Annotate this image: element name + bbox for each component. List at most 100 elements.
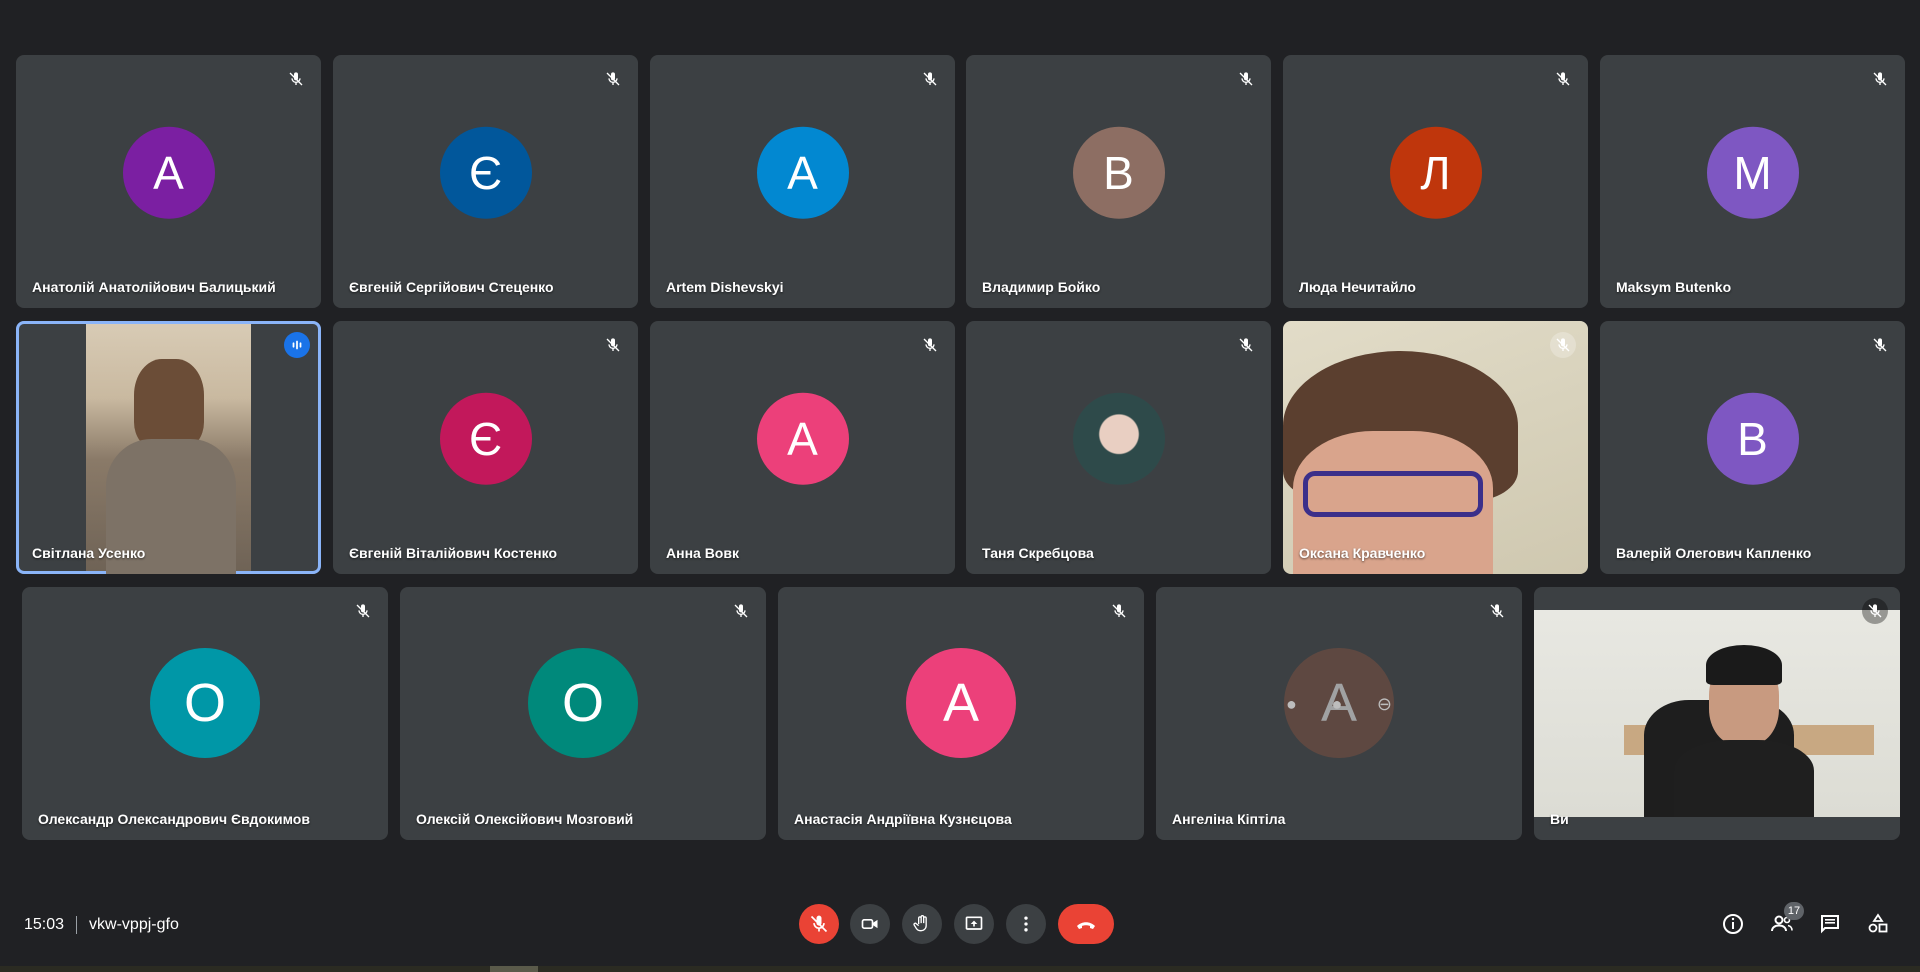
more-options-button[interactable] (1006, 904, 1046, 944)
participant-name: Оксана Кравченко (1299, 545, 1426, 561)
mic-off-icon (1550, 66, 1576, 92)
avatar: Л (1389, 126, 1482, 219)
participant-name: Анастасія Андріївна Кузнєцова (794, 811, 1012, 827)
more-options-icon (1024, 916, 1028, 932)
present-button[interactable] (954, 904, 994, 944)
mic-off-icon (350, 598, 376, 624)
end-call-icon (1077, 922, 1095, 929)
avatar: А (906, 647, 1016, 758)
mic-off-icon (1484, 598, 1510, 624)
raise-hand-button[interactable] (902, 904, 942, 944)
participant-tile[interactable]: А Анатолій Анатолійович Балицький (16, 55, 321, 308)
mic-off-icon (600, 66, 626, 92)
participant-tile[interactable]: Таня Скребцова (966, 321, 1271, 574)
participant-name: Maksym Butenko (1616, 279, 1732, 295)
participant-tile[interactable]: А Анастасія Андріївна Кузнєцова (778, 587, 1144, 840)
participant-tile[interactable]: О Олексій Олексійович Мозговий (400, 587, 766, 840)
participant-video (1283, 321, 1588, 574)
participant-name: Анатолій Анатолійович Балицький (32, 279, 276, 295)
mic-off-icon (728, 598, 754, 624)
participant-name: Євгеній Віталійович Костенко (349, 545, 558, 561)
avatar: А (756, 392, 849, 485)
participant-tile[interactable]: Л Люда Нечитайло (1283, 55, 1588, 308)
participant-tile[interactable]: В Валерій Олегович Капленко (1600, 321, 1905, 574)
camera-icon (861, 919, 878, 929)
mic-off-icon (917, 332, 943, 358)
mic-off-icon (1233, 332, 1259, 358)
participant-name: Анна Вовк (666, 545, 739, 561)
participant-name: Ангеліна Кіптіла (1172, 811, 1286, 827)
avatar: Є (439, 392, 532, 485)
meeting-info-button[interactable] (1713, 904, 1753, 944)
avatar: Є (439, 126, 532, 219)
mic-off-icon (1233, 66, 1259, 92)
leave-call-button[interactable] (1058, 904, 1114, 944)
mute-participant-icon[interactable]: ● (1331, 694, 1342, 715)
speaking-indicator-icon (284, 332, 310, 358)
avatar: О (528, 647, 638, 758)
glasses (1303, 471, 1483, 517)
info-icon (1723, 914, 1743, 934)
participant-tile-speaking[interactable]: Світлана Усенко (16, 321, 321, 574)
avatar: О (150, 647, 260, 758)
participant-tile[interactable]: В Владимир Бойко (966, 55, 1271, 308)
mic-off-icon (917, 66, 943, 92)
profile-photo (1072, 392, 1165, 485)
self-video (1534, 610, 1900, 817)
participant-tile-hovered[interactable]: А ● ● ⊖ Ангеліна Кіптіла (1156, 587, 1522, 840)
meeting-details: 15:03 vkw-vppj-gfo (24, 916, 179, 934)
participant-name: Владимир Бойко (982, 279, 1101, 295)
remove-icon[interactable]: ⊖ (1377, 694, 1392, 715)
participant-name: Олександр Олександрович Євдокимов (38, 811, 310, 827)
mic-off-icon (1550, 332, 1576, 358)
mic-off-icon (1867, 332, 1893, 358)
participant-tile[interactable]: Є Євгеній Віталійович Костенко (333, 321, 638, 574)
participant-name: Євгеній Сергійович Стеценко (349, 279, 554, 295)
meeting-code: vkw-vppj-gfo (89, 916, 179, 933)
activities-icon (1868, 913, 1888, 933)
participant-name: Валерій Олегович Капленко (1616, 545, 1812, 561)
avatar: А (122, 126, 215, 219)
avatar: В (1072, 126, 1165, 219)
participant-tile[interactable]: О Олександр Олександрович Євдокимов (22, 587, 388, 840)
avatar: M (1706, 126, 1799, 219)
participant-video (86, 324, 251, 574)
participant-tile[interactable]: A Artem Dishevskyi (650, 55, 955, 308)
person-body (1674, 740, 1814, 817)
participant-name: Олексій Олексійович Мозговий (416, 811, 634, 827)
clock: 15:03 (24, 916, 65, 933)
present-icon (965, 916, 983, 930)
participant-tile[interactable]: M Maksym Butenko (1600, 55, 1905, 308)
chat-button[interactable] (1810, 904, 1850, 944)
avatar: A (756, 126, 849, 219)
mic-off-icon (810, 915, 828, 933)
person-silhouette (134, 359, 204, 449)
taskbar-item[interactable] (490, 966, 538, 972)
participant-tile[interactable]: А Анна Вовк (650, 321, 955, 574)
mic-toggle-button[interactable] (799, 904, 839, 944)
mic-off-icon (1106, 598, 1132, 624)
bottom-controls-bar: 15:03 vkw-vppj-gfo 17 (0, 880, 1920, 968)
hover-controls: ● ● ⊖ (1286, 692, 1392, 716)
chat-icon (1821, 915, 1839, 934)
activities-button[interactable] (1858, 904, 1898, 944)
os-taskbar-edge (0, 966, 1920, 972)
participant-name: Світлана Усенко (32, 545, 146, 561)
mic-off-icon (1862, 598, 1888, 624)
camera-toggle-button[interactable] (850, 904, 890, 944)
mic-off-icon (1867, 66, 1893, 92)
participant-name: Artem Dishevskyi (666, 279, 784, 295)
participant-tile[interactable]: Є Євгеній Сергійович Стеценко (333, 55, 638, 308)
participant-name: Люда Нечитайло (1299, 279, 1416, 295)
participant-count-badge: 17 (1784, 902, 1804, 920)
avatar: В (1706, 392, 1799, 485)
pin-icon[interactable]: ● (1286, 694, 1297, 715)
participants-button[interactable]: 17 (1762, 902, 1804, 944)
raise-hand-icon (913, 915, 927, 932)
divider (76, 916, 78, 934)
participant-tile[interactable]: Оксана Кравченко (1283, 321, 1588, 574)
participant-tile-self[interactable]: Ви (1534, 587, 1900, 840)
participant-name: Таня Скребцова (982, 545, 1094, 561)
mic-off-icon (283, 66, 309, 92)
participant-name: Ви (1550, 811, 1569, 827)
